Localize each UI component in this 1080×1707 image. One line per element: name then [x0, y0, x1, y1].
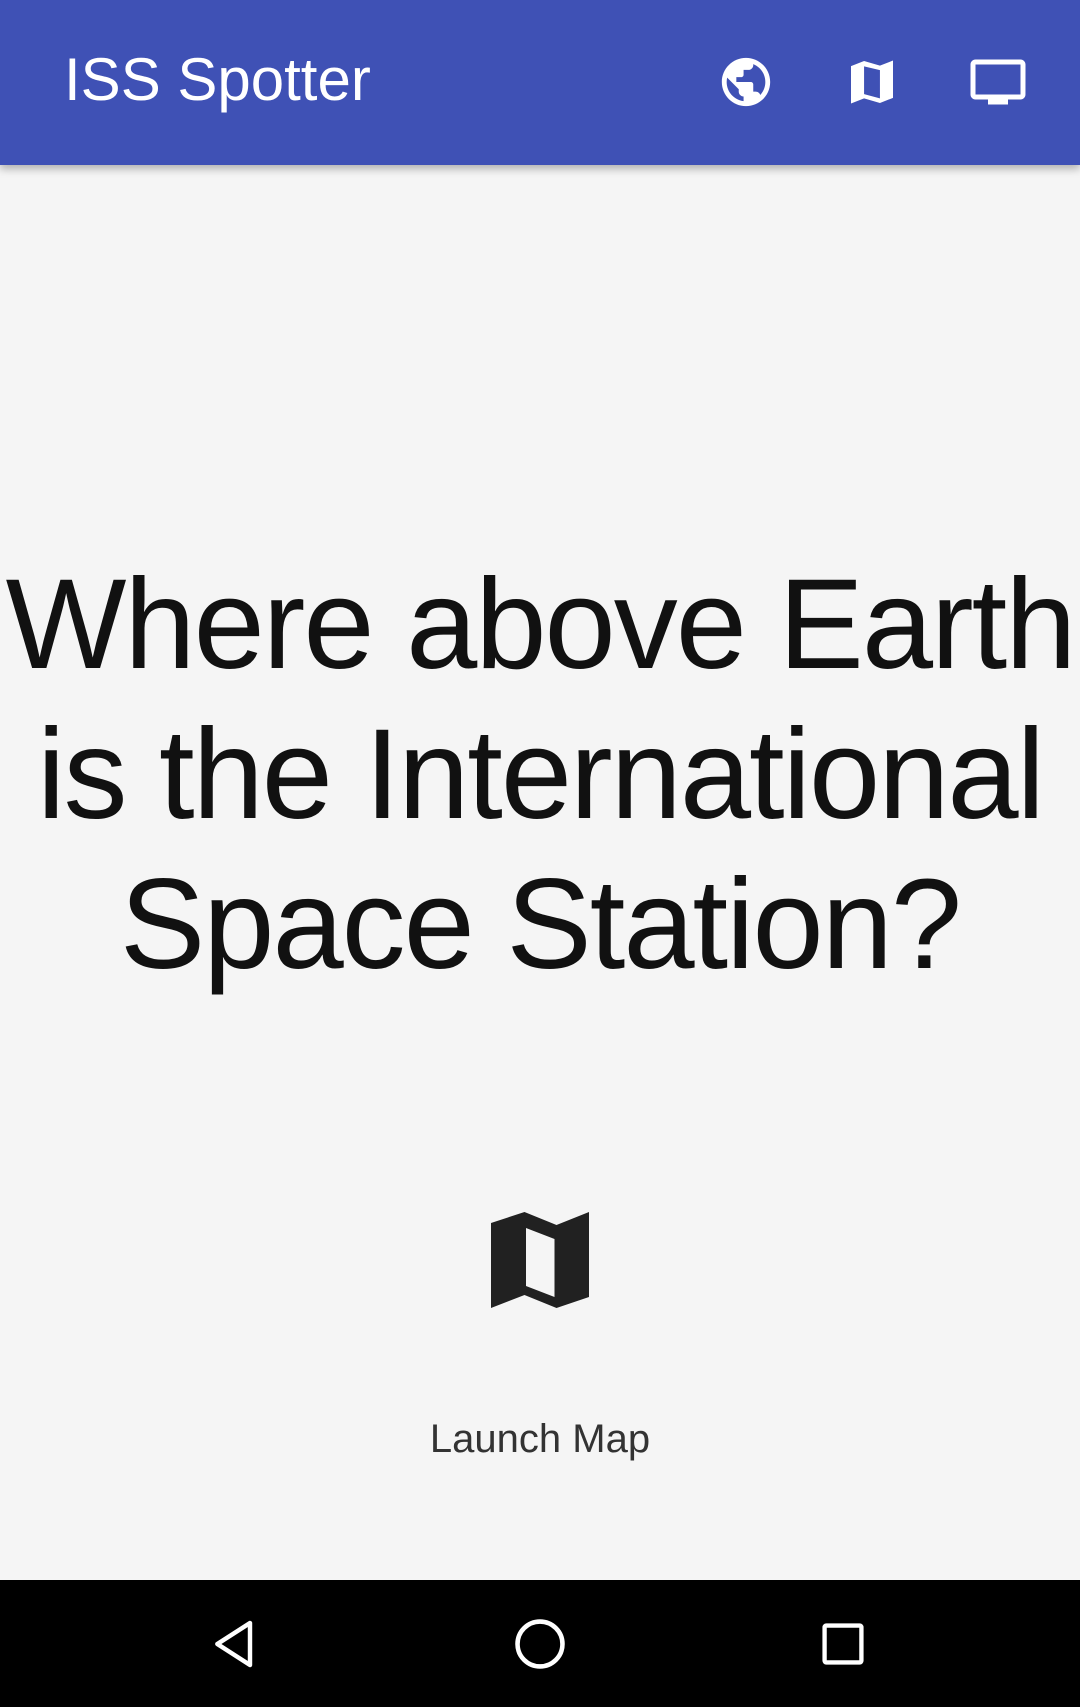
map-button[interactable] [836, 46, 908, 118]
launch-map-button[interactable]: Launch Map [390, 1200, 690, 1500]
recents-button[interactable] [795, 1602, 891, 1686]
launch-map-label: Launch Map [429, 1417, 651, 1461]
map-icon [851, 60, 893, 104]
map-icon [491, 1212, 589, 1308]
globe-icon [721, 57, 771, 107]
navigation-bar [0, 1580, 1080, 1707]
globe-button[interactable] [710, 46, 782, 118]
recents-icon [822, 1623, 864, 1665]
tv-icon [970, 59, 1026, 105]
back-icon [215, 1620, 253, 1668]
home-icon [515, 1619, 565, 1669]
app-bar: ISS Spotter [0, 0, 1080, 165]
tv-button[interactable] [962, 46, 1034, 118]
main-content: Where above Earth is the International S… [0, 165, 1080, 1580]
app-title: ISS Spotter [64, 46, 371, 113]
back-button[interactable] [188, 1602, 284, 1686]
home-button[interactable] [492, 1602, 588, 1686]
headline: Where above Earth is the International S… [5, 553, 1077, 996]
